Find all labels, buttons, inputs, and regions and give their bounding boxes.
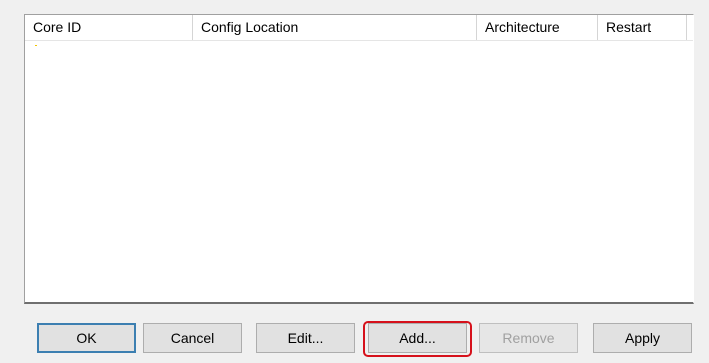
column-header-config-location[interactable]: Config Location: [193, 15, 477, 40]
add-button[interactable]: Add...: [368, 323, 467, 353]
ok-button[interactable]: OK: [37, 323, 136, 353]
remove-button: Remove: [479, 323, 578, 353]
apply-button[interactable]: Apply: [593, 323, 692, 353]
column-header-core-id[interactable]: Core ID: [25, 15, 193, 40]
dialog: Core ID Config Location Architecture Res…: [0, 0, 709, 363]
column-header-restart[interactable]: Restart: [598, 15, 687, 40]
cancel-button[interactable]: Cancel: [143, 323, 242, 353]
focus-mark: [35, 45, 37, 46]
cores-list-view[interactable]: Core ID Config Location Architecture Res…: [24, 14, 694, 304]
list-header: Core ID Config Location Architecture Res…: [25, 15, 693, 41]
list-body[interactable]: [25, 41, 693, 302]
column-header-architecture[interactable]: Architecture: [477, 15, 598, 40]
edit-button[interactable]: Edit...: [256, 323, 355, 353]
